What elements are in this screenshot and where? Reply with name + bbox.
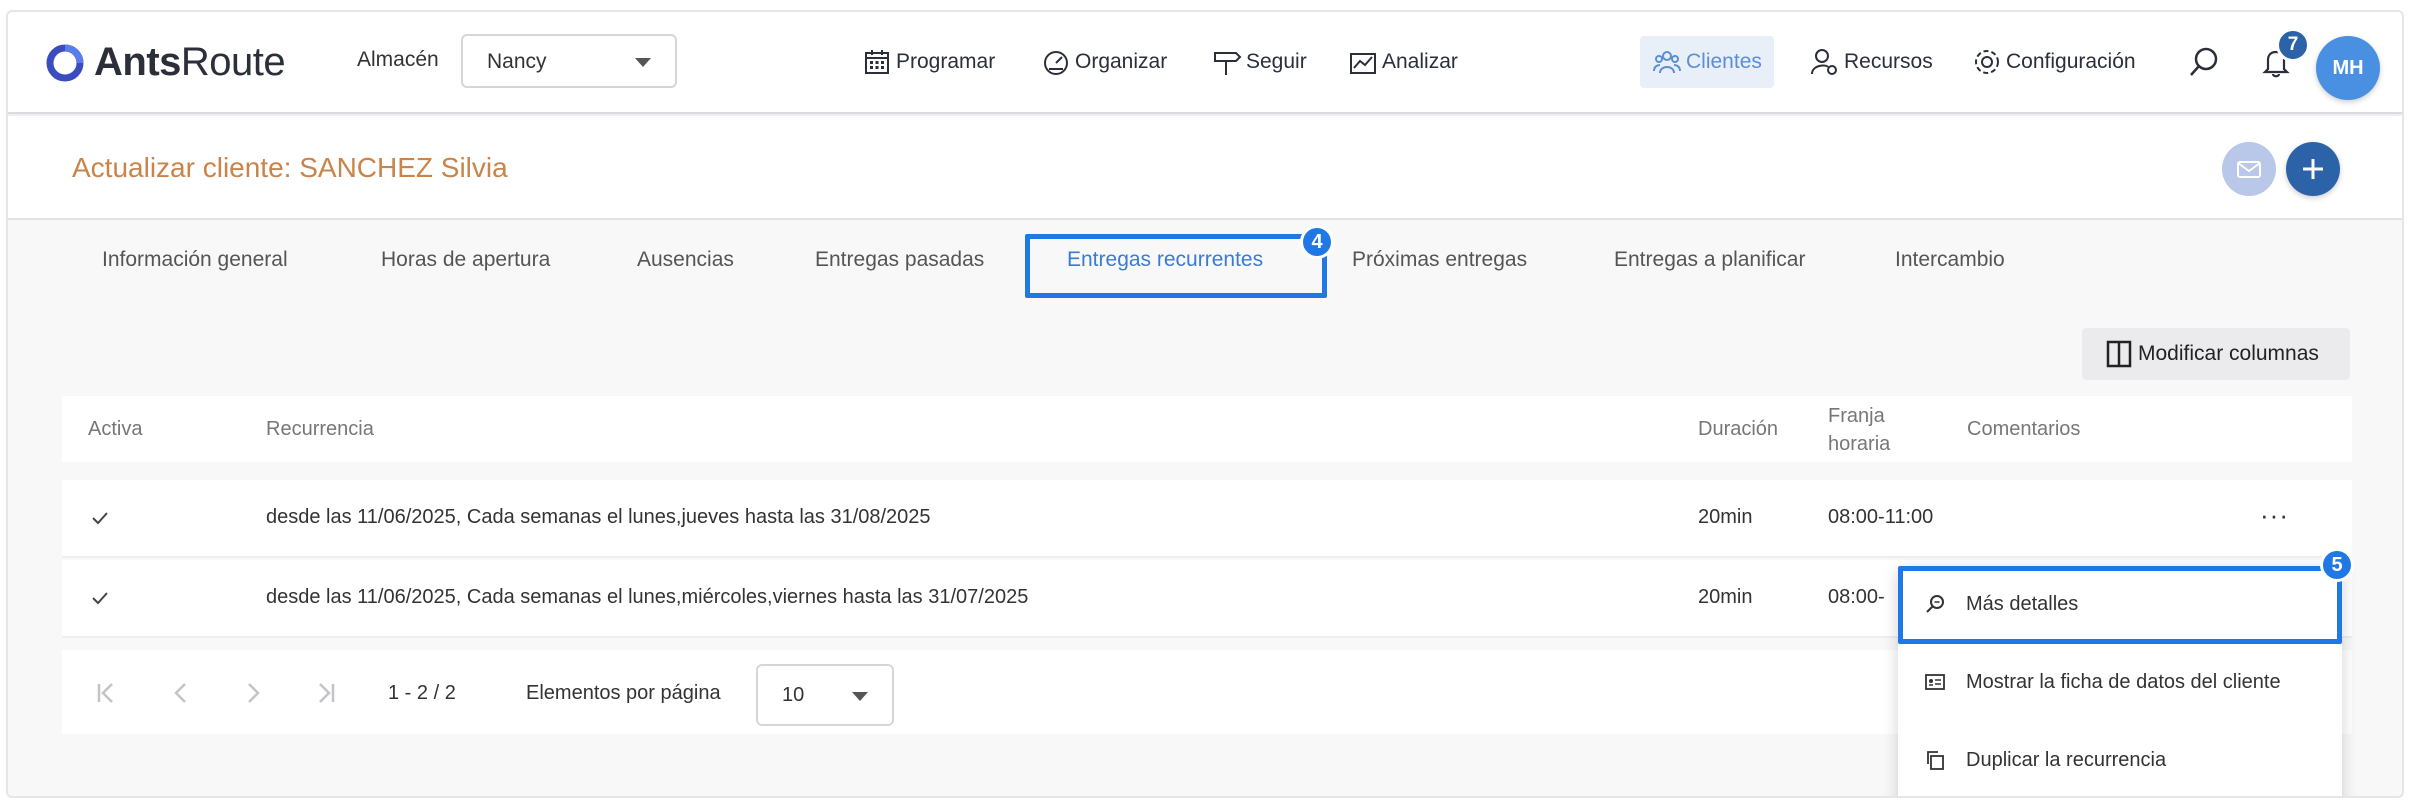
tab-horas-de-apertura[interactable]: Horas de apertura: [381, 248, 550, 272]
menu-highlight-box: [1898, 566, 2342, 644]
prev-page-icon[interactable]: [168, 680, 194, 706]
chevron-down-icon: [635, 58, 651, 67]
first-page-icon[interactable]: [94, 680, 120, 706]
cell-duracion: 20min: [1698, 506, 1753, 528]
page-header: Actualizar cliente: SANCHEZ Silvia: [8, 116, 2402, 220]
gauge-icon: [1044, 51, 1068, 75]
modify-columns-button[interactable]: Modificar columnas: [2082, 328, 2350, 380]
table-header: Activa Recurrencia Duración Franja horar…: [62, 396, 2352, 462]
app-window: AntsRoute Almacén Nancy Programar Organi…: [6, 10, 2404, 798]
col-activa[interactable]: Activa: [88, 418, 142, 441]
logo-text: AntsRoute: [94, 40, 286, 84]
plus-icon: [2303, 159, 2323, 179]
user-avatar[interactable]: MH: [2316, 36, 2380, 100]
check-icon: [92, 512, 108, 525]
last-page-icon[interactable]: [312, 680, 338, 706]
notification-count-badge: 7: [2276, 28, 2310, 62]
cell-franja: 08:00-11:00: [1828, 506, 1934, 528]
nav-label: Organizar: [1075, 50, 1168, 73]
copy-icon: [1927, 751, 1944, 770]
tab-informacion-general[interactable]: Información general: [102, 248, 288, 272]
modify-columns-label: Modificar columnas: [2138, 342, 2319, 365]
per-page-label: Elementos por página: [526, 682, 721, 704]
top-navbar: AntsRoute Almacén Nancy Programar Organi…: [8, 12, 2402, 114]
nav-seguir[interactable]: Seguir: [1212, 42, 1307, 82]
tab-entregas-a-planificar[interactable]: Entregas a planificar: [1614, 248, 1805, 272]
col-franja-horaria[interactable]: Franja horaria: [1828, 402, 1890, 458]
page-title: Actualizar cliente: SANCHEZ Silvia: [72, 152, 508, 183]
tab-proximas-entregas[interactable]: Próximas entregas: [1352, 248, 1527, 272]
check-icon: [92, 592, 108, 605]
cell-franja: 08:00-: [1828, 586, 1885, 608]
step-badge-menu: 5: [2320, 548, 2354, 582]
nav-recursos[interactable]: Recursos: [1810, 42, 1933, 82]
signpost-icon: [1214, 52, 1242, 75]
nav-organizar[interactable]: Organizar: [1041, 42, 1167, 82]
next-page-icon[interactable]: [240, 680, 266, 706]
menu-item-label: Duplicar la recurrencia: [1966, 748, 2167, 771]
envelope-icon: [2237, 161, 2261, 178]
nav-label: Configuración: [2006, 50, 2136, 73]
nav-programar[interactable]: Programar: [862, 42, 995, 82]
per-page-value: 10: [782, 684, 805, 706]
col-duracion[interactable]: Duración: [1698, 418, 1778, 441]
col-comentarios[interactable]: Comentarios: [1967, 418, 2080, 441]
warehouse-select[interactable]: Nancy: [461, 34, 677, 88]
page-range: 1 - 2 / 2: [388, 682, 456, 704]
step-badge-tab: 4: [1300, 225, 1334, 259]
nav-label: Analizar: [1382, 50, 1458, 73]
nav-label: Clientes: [1686, 50, 1762, 73]
chevron-down-icon: [852, 692, 868, 701]
table-row[interactable]: desde las 11/06/2025, Cada semanas el lu…: [62, 480, 2352, 558]
nav-analizar[interactable]: Analizar: [1348, 42, 1458, 82]
nav-configuracion[interactable]: Configuración: [1972, 42, 2136, 82]
menu-item-label: Mostrar la ficha de datos del cliente: [1966, 670, 2281, 693]
tab-highlight-box: [1025, 234, 1327, 298]
cell-duracion: 20min: [1698, 586, 1753, 608]
gear-icon: [1975, 50, 1999, 74]
user-gear-icon: [1811, 49, 1837, 75]
add-button[interactable]: [2286, 142, 2340, 196]
tab-ausencias[interactable]: Ausencias: [637, 248, 734, 272]
menu-item-ficha-cliente[interactable]: Mostrar la ficha de datos del cliente: [1898, 644, 2342, 720]
tab-entregas-pasadas[interactable]: Entregas pasadas: [815, 248, 984, 272]
logo-mark-icon: [46, 44, 84, 81]
nav-clientes[interactable]: Clientes: [1640, 36, 1774, 88]
nav-label: Seguir: [1246, 50, 1307, 73]
tab-intercambio[interactable]: Intercambio: [1895, 248, 2005, 272]
nav-label: Programar: [896, 50, 996, 73]
col-franja-line1: Franja: [1828, 405, 1885, 427]
chart-icon: [1350, 53, 1376, 74]
per-page-select[interactable]: 10: [756, 664, 894, 726]
people-icon: [1653, 51, 1681, 74]
search-icon: [2190, 47, 2218, 76]
send-email-button[interactable]: [2222, 142, 2276, 196]
cell-recurrencia: desde las 11/06/2025, Cada semanas el lu…: [266, 586, 1029, 608]
row-more-button[interactable]: ···: [2260, 500, 2289, 531]
warehouse-label: Almacén: [357, 48, 439, 71]
warehouse-value: Nancy: [487, 50, 547, 73]
columns-icon: [2106, 340, 2132, 368]
nav-label: Recursos: [1844, 50, 1933, 73]
search-button[interactable]: [2184, 42, 2224, 82]
antsroute-logo[interactable]: AntsRoute: [44, 40, 286, 85]
id-card-icon: [1925, 674, 1945, 690]
cell-recurrencia: desde las 11/06/2025, Cada semanas el lu…: [266, 506, 931, 528]
col-franja-line2: horaria: [1828, 433, 1891, 455]
menu-item-duplicar[interactable]: Duplicar la recurrencia: [1898, 722, 2342, 796]
calendar-icon: [865, 50, 889, 74]
col-recurrencia[interactable]: Recurrencia: [266, 418, 374, 441]
